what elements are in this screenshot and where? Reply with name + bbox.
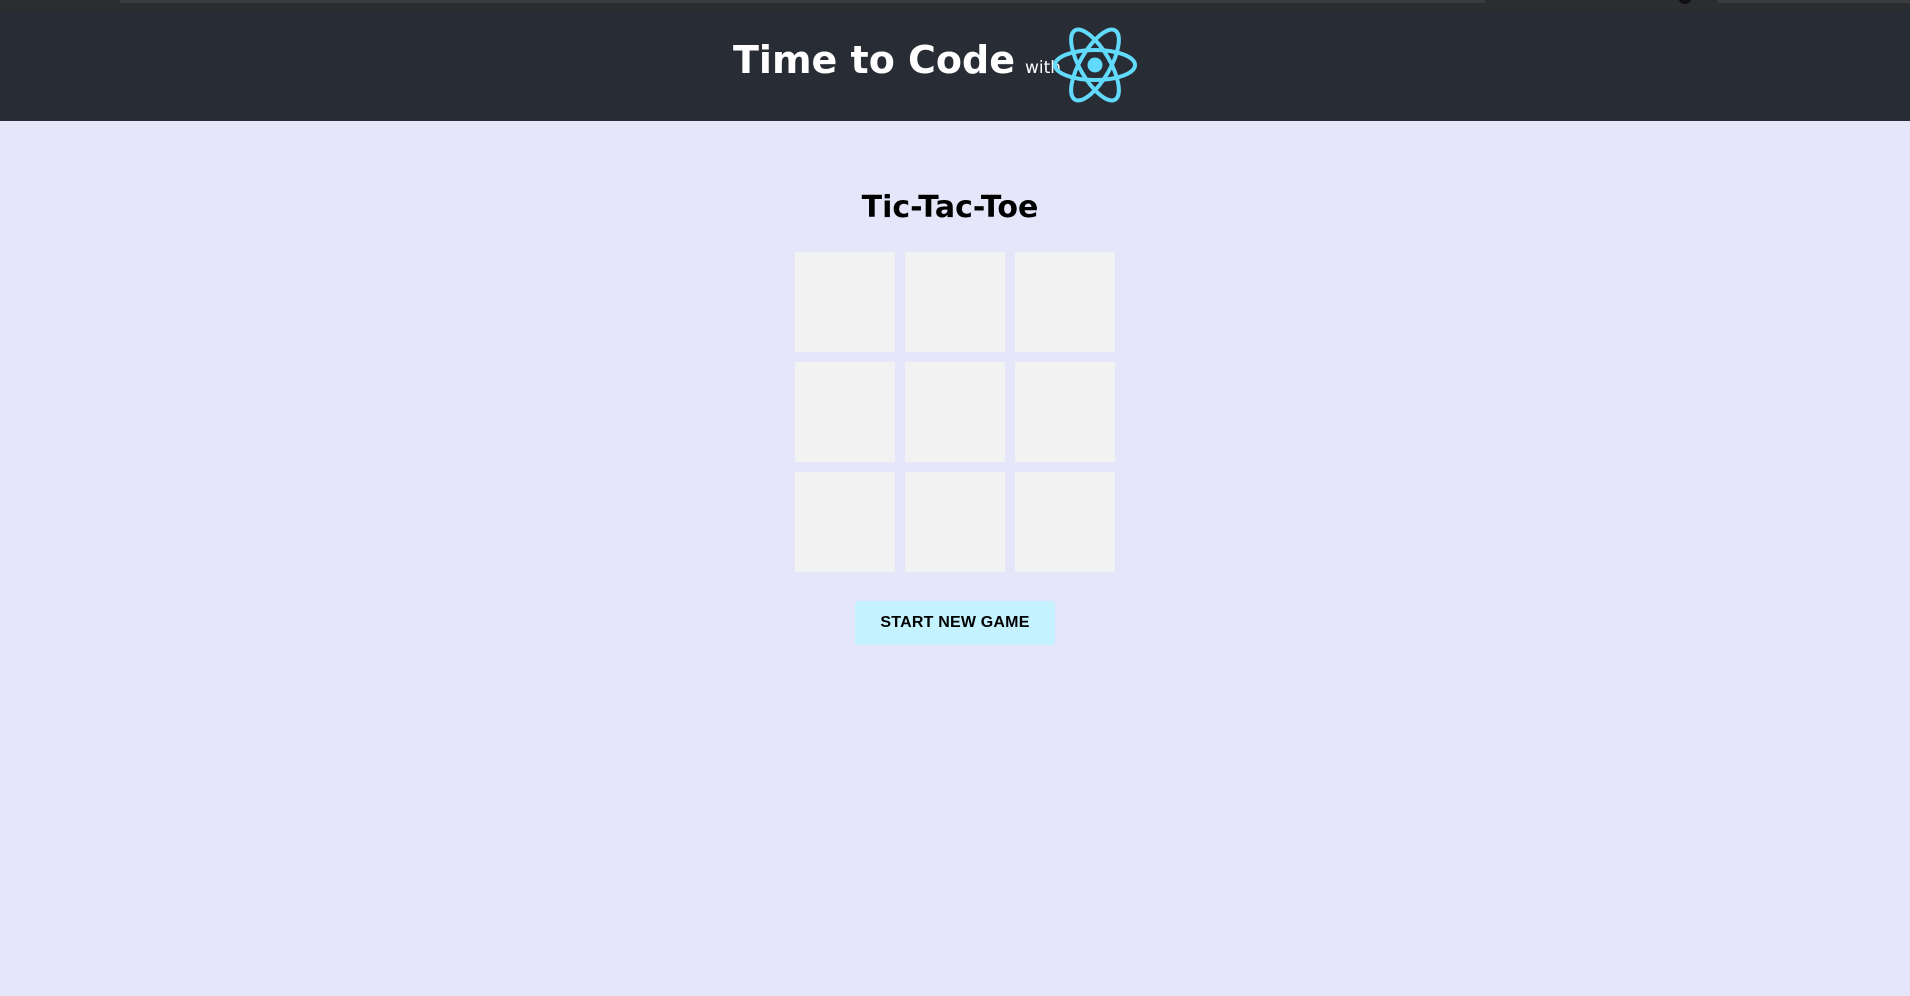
top-strip-indicator xyxy=(1678,0,1692,4)
board-cell-6[interactable] xyxy=(1015,362,1115,462)
board-cell-2[interactable] xyxy=(905,252,1005,352)
game-board xyxy=(795,252,1115,572)
board-cell-5[interactable] xyxy=(905,362,1005,462)
board-cell-7[interactable] xyxy=(795,472,895,572)
react-atom-icon xyxy=(1053,27,1137,103)
board-cell-1[interactable] xyxy=(795,252,895,352)
top-strip-bar xyxy=(120,0,1485,3)
top-strip-bar-right xyxy=(1718,0,1910,3)
board-cell-4[interactable] xyxy=(795,362,895,462)
board-cell-9[interactable] xyxy=(1015,472,1115,572)
app-header: Time to Code with xyxy=(0,10,1910,121)
board-cell-3[interactable] xyxy=(1015,252,1115,352)
browser-top-strip xyxy=(0,0,1910,10)
board-cell-8[interactable] xyxy=(905,472,1005,572)
brand-title: Time to Code xyxy=(733,38,1016,82)
game-title: Tic-Tac-Toe xyxy=(861,190,1039,225)
brand: Time to Code with xyxy=(733,38,1061,82)
start-new-game-button[interactable]: START NEW GAME xyxy=(855,601,1055,645)
